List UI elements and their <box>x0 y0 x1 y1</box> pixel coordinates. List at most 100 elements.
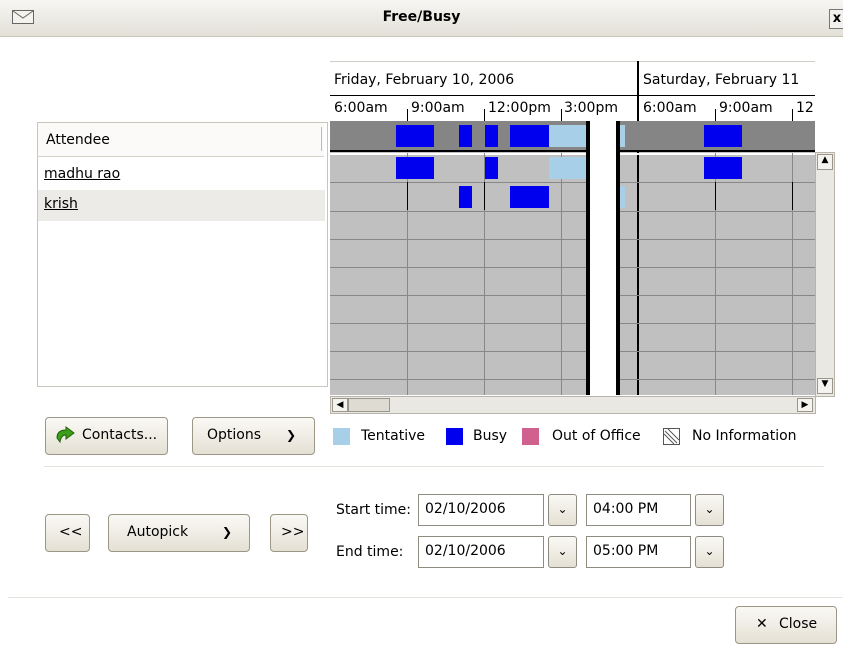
chevron-down-icon: ⌄ <box>704 502 715 516</box>
attendee-name: madhu rao <box>44 166 121 182</box>
scroll-down-icon[interactable]: ▼ <box>817 378 833 394</box>
column-separator <box>321 127 322 151</box>
hour-tick <box>561 109 562 121</box>
hour-tick <box>484 182 485 210</box>
previous-button[interactable]: << <box>45 514 90 552</box>
busy-block <box>459 125 472 147</box>
grid-line <box>330 182 815 183</box>
free-busy-timeline[interactable]: Friday, February 10, 2006 Saturday, Febr… <box>330 61 815 395</box>
grid-line <box>330 323 815 324</box>
hour-label: 12:00pm <box>488 100 551 116</box>
scroll-up-icon[interactable]: ▲ <box>817 154 833 170</box>
legend-no-information: No Information <box>692 428 797 444</box>
end-time-label: End time: <box>336 544 404 560</box>
attendee-list: Attendee madhu rao krish <box>37 122 328 387</box>
next-button[interactable]: >> <box>270 514 308 552</box>
separator <box>8 597 843 598</box>
legend-out-of-office: Out of Office <box>552 428 641 444</box>
busy-block <box>510 186 549 208</box>
start-date-value: 02/10/2006 <box>425 501 506 517</box>
grid-line <box>330 379 815 380</box>
hour-tick <box>792 182 793 210</box>
grid-line <box>330 239 815 240</box>
start-time-field[interactable]: 04:00 PM <box>586 494 691 526</box>
hour-tick <box>407 182 408 210</box>
end-time-value: 05:00 PM <box>593 543 659 559</box>
summary-rule <box>330 153 815 155</box>
legend-busy: Busy <box>473 428 508 444</box>
attendee-row[interactable]: madhu rao <box>38 160 325 191</box>
autopick-dropdown[interactable]: Autopick ❯ <box>108 514 250 552</box>
close-button[interactable]: ✕ Close <box>735 606 837 644</box>
vertical-scrollbar[interactable]: ▲ ▼ <box>815 152 835 397</box>
busy-block <box>704 157 742 179</box>
out-of-office-swatch <box>522 428 539 445</box>
no-information-swatch <box>663 428 680 445</box>
grid-line <box>330 295 815 296</box>
end-date-value: 02/10/2006 <box>425 543 506 559</box>
busy-block <box>510 125 549 147</box>
timeline-header: Friday, February 10, 2006 Saturday, Febr… <box>330 61 815 122</box>
title-bar: Free/Busy <box>0 0 843 37</box>
grid-line <box>561 153 562 395</box>
grid-line <box>330 351 815 352</box>
busy-block <box>704 125 742 147</box>
end-time-dropdown[interactable]: ⌄ <box>695 536 724 568</box>
close-button-label: Close <box>779 616 818 632</box>
hour-label: 6:00am <box>334 100 388 116</box>
contacts-button[interactable]: Contacts... <box>45 417 168 455</box>
busy-block <box>459 186 472 208</box>
scroll-right-icon[interactable]: ▶ <box>797 398 813 412</box>
busy-block <box>396 157 434 179</box>
scroll-left-icon[interactable]: ◀ <box>332 398 348 412</box>
scroll-thumb[interactable] <box>348 398 390 412</box>
end-date-dropdown[interactable]: ⌄ <box>548 536 577 568</box>
options-button-label: Options <box>207 427 262 443</box>
hour-label: 9:00am <box>411 100 465 116</box>
start-date-field[interactable]: 02/10/2006 <box>418 494 544 526</box>
hour-label: 3:00pm <box>564 100 618 116</box>
attendee-column-header[interactable]: Attendee <box>38 123 324 157</box>
hour-label: 12 <box>796 100 814 116</box>
start-time-value: 04:00 PM <box>593 501 659 517</box>
day-separator <box>637 61 639 395</box>
contacts-button-label: Contacts... <box>82 427 158 443</box>
end-date-field[interactable]: 02/10/2006 <box>418 536 544 568</box>
chevron-down-icon: ⌄ <box>704 544 715 558</box>
tentative-block <box>549 157 587 179</box>
options-dropdown[interactable]: Options ❯ <box>192 417 315 455</box>
autopick-button-label: Autopick <box>127 524 189 540</box>
chevron-down-icon: ❯ <box>222 525 233 539</box>
green-arrow-icon <box>56 426 75 444</box>
window-close-button[interactable]: x <box>829 9 843 29</box>
chevron-down-icon: ❯ <box>286 428 297 442</box>
grid-line <box>330 211 815 212</box>
day-label: Friday, February 10, 2006 <box>334 72 515 88</box>
hour-tick <box>484 109 485 121</box>
hour-tick <box>792 109 793 121</box>
start-time-dropdown[interactable]: ⌄ <box>695 494 724 526</box>
attendee-header-label: Attendee <box>46 132 110 148</box>
hour-tick <box>715 109 716 121</box>
envelope-icon[interactable] <box>12 10 34 24</box>
busy-block <box>396 125 434 147</box>
day-label: Saturday, February 11 <box>643 72 800 88</box>
attendee-name: krish <box>44 196 78 212</box>
start-date-dropdown[interactable]: ⌄ <box>548 494 577 526</box>
tentative-swatch <box>333 428 350 445</box>
busy-block <box>485 157 498 179</box>
busy-block <box>485 125 498 147</box>
chevron-down-icon: ⌄ <box>557 544 568 558</box>
end-time-field[interactable]: 05:00 PM <box>586 536 691 568</box>
separator <box>44 466 824 467</box>
attendee-row[interactable]: krish <box>38 190 325 221</box>
header-rule <box>330 95 815 96</box>
chevron-down-icon: ⌄ <box>557 502 568 516</box>
meeting-selection[interactable] <box>586 121 620 395</box>
horizontal-scrollbar[interactable]: ◀ ▶ <box>330 396 816 414</box>
hour-tick <box>715 182 716 210</box>
next-button-label: >> <box>281 524 305 540</box>
hour-label: 6:00am <box>643 100 697 116</box>
x-mark-icon: ✕ <box>756 616 768 632</box>
grid-line <box>330 267 815 268</box>
